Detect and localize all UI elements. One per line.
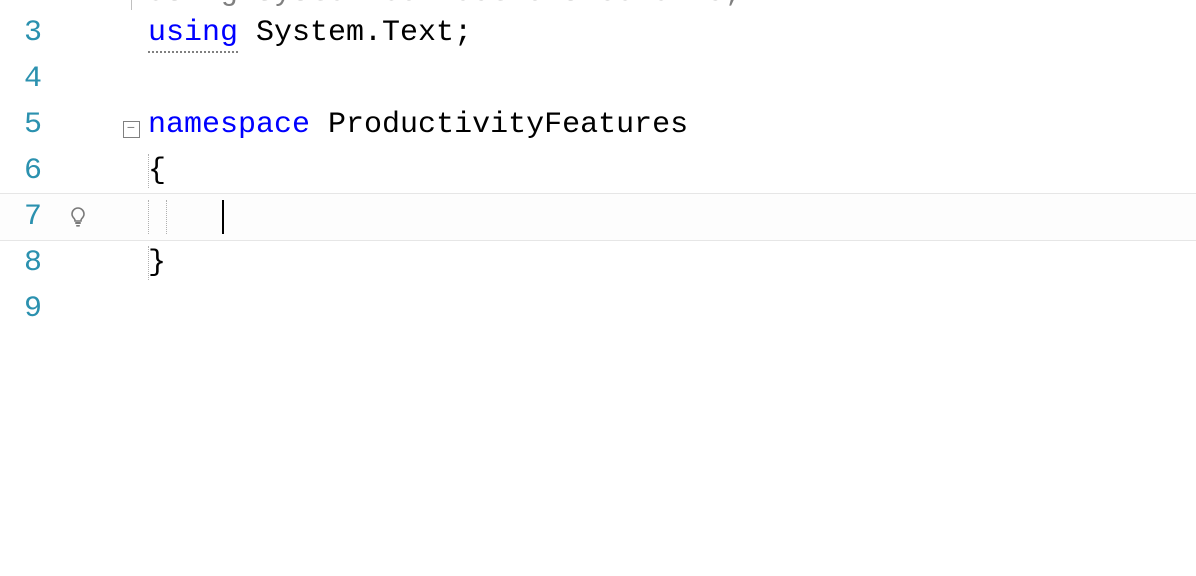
indent-guide (148, 154, 149, 188)
code-text[interactable]: { (142, 154, 1196, 188)
change-bar (110, 148, 120, 194)
code-text: using System.Collections.Generic; (142, 0, 1196, 10)
lightbulb-icon[interactable] (66, 205, 90, 229)
gutter: 8 (0, 246, 92, 280)
change-bar (110, 286, 120, 332)
code-text[interactable]: } (142, 246, 1196, 280)
change-bar (110, 56, 120, 102)
text-caret (222, 200, 224, 234)
fold-column (120, 0, 142, 10)
indent-guide (166, 200, 167, 235)
code-token: namespace (148, 108, 310, 142)
line-number: 4 (2, 62, 92, 96)
change-bar (110, 0, 120, 10)
code-line[interactable]: 5 −namespace ProductivityFeatures (0, 102, 1196, 148)
code-token (238, 16, 256, 50)
code-line[interactable]: 3 using System.Text; (0, 10, 1196, 56)
indent-guide (148, 246, 149, 280)
gutter: 6 (0, 154, 92, 188)
indent-guide (148, 200, 149, 235)
code-token (148, 200, 220, 234)
line-number: 9 (2, 292, 92, 326)
code-token (310, 108, 328, 142)
gutter: 5 (0, 108, 92, 142)
code-editor[interactable]: using System.Collections.Generic; 3 using… (0, 0, 1196, 576)
line-number: 3 (2, 16, 92, 50)
code-line[interactable]: 8} (0, 240, 1196, 286)
gutter (0, 0, 92, 10)
code-token: ProductivityFeatures (328, 108, 688, 142)
code-text[interactable]: namespace ProductivityFeatures (142, 108, 1196, 142)
gutter: 7 (0, 200, 92, 234)
code-line[interactable]: 6{ (0, 148, 1196, 194)
code-token: System.Text; (256, 16, 472, 50)
code-line[interactable]: 9 (0, 286, 1196, 332)
line-number: 5 (2, 108, 92, 142)
change-bar (110, 10, 120, 56)
code-token: } (148, 246, 166, 280)
code-line[interactable]: 4 (0, 56, 1196, 102)
fold-minus-icon[interactable]: − (123, 121, 140, 138)
code-line[interactable]: 7 (0, 194, 1196, 240)
gutter: 3 (0, 16, 92, 50)
line-number: 6 (2, 154, 92, 188)
code-token: { (148, 154, 166, 188)
change-bar (110, 240, 120, 286)
fold-column[interactable]: − (120, 108, 142, 142)
code-text[interactable] (142, 200, 1196, 235)
line-number: 8 (2, 246, 92, 280)
change-bar (110, 102, 120, 148)
gutter: 4 (0, 62, 92, 96)
code-token: using (148, 16, 238, 53)
code-line-partial: using System.Collections.Generic; (0, 0, 1196, 10)
gutter: 9 (0, 292, 92, 326)
code-text[interactable]: using System.Text; (142, 16, 1196, 50)
